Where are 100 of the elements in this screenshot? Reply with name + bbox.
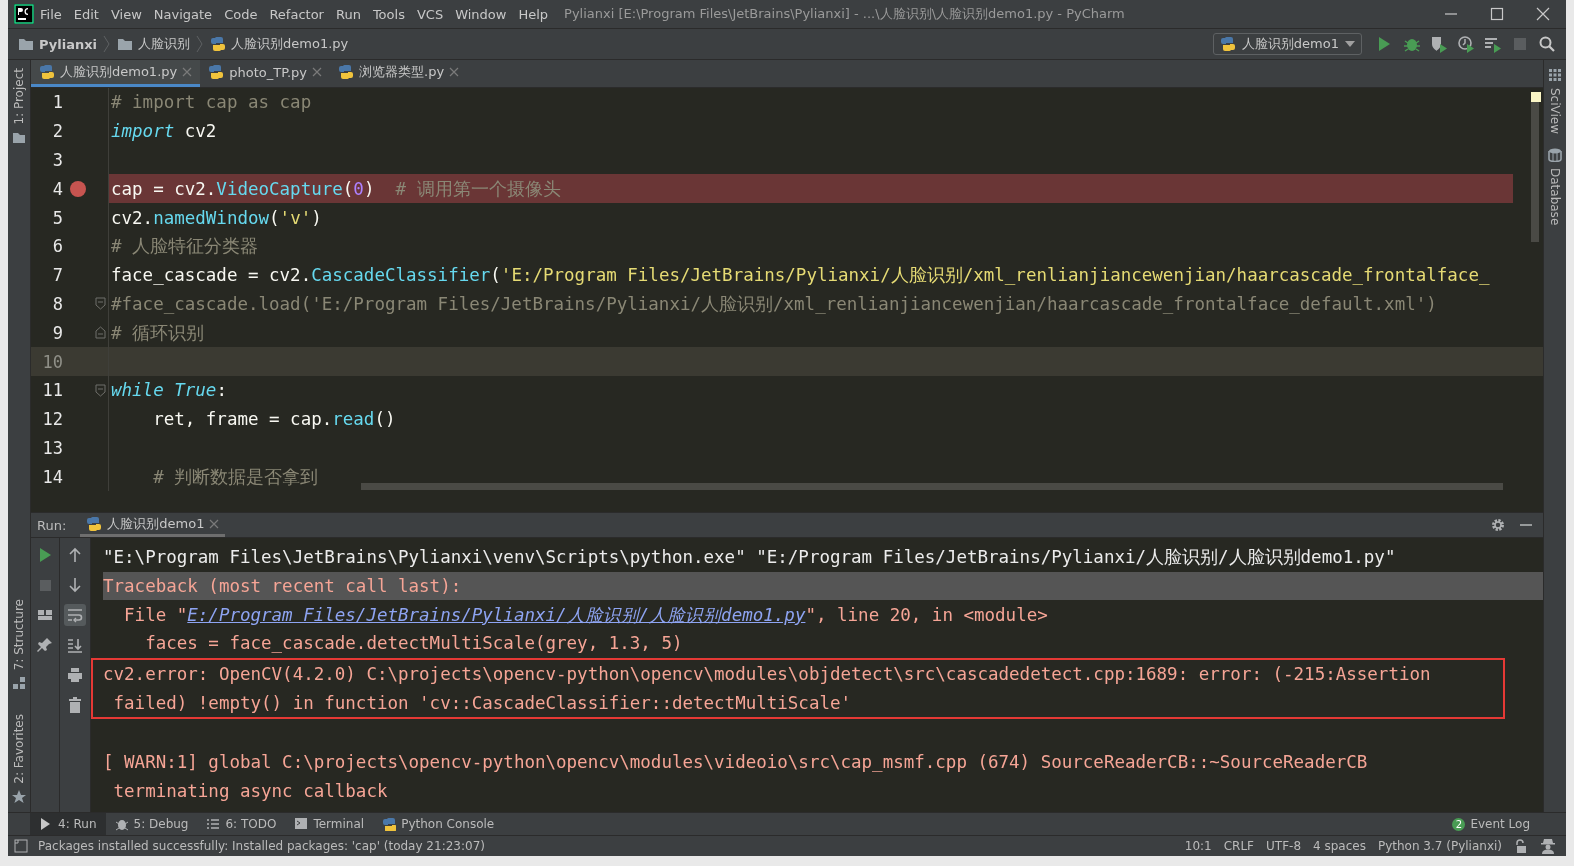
breadcrumb-item[interactable]: Pylianxi <box>39 36 98 52</box>
line-number: 6 <box>51 236 63 257</box>
chevron-icon <box>103 35 112 53</box>
code-line: # 循环识别 <box>111 321 205 345</box>
menu-item[interactable]: Help <box>512 6 555 22</box>
code-line: import cv2 <box>111 121 217 142</box>
menu-item[interactable]: Refactor <box>263 6 330 22</box>
menu-item[interactable]: Tools <box>366 6 411 22</box>
lock-icon[interactable] <box>1514 839 1528 853</box>
tool-window-tab[interactable]: 4: Run <box>30 813 106 835</box>
chevron-icon <box>196 35 205 53</box>
settings-icon[interactable] <box>1491 518 1505 532</box>
app-logo-icon <box>14 4 34 24</box>
event-log-button[interactable]: Event Log <box>1470 817 1530 831</box>
breadcrumb-item[interactable]: 人脸识别 <box>138 35 191 53</box>
folder-icon <box>18 37 34 51</box>
scrollbar[interactable] <box>361 483 1503 490</box>
status-message: Packages installed successfully: Installed packages: 'cap' (today 21:23:07) <box>38 839 485 853</box>
inspection-marker <box>1531 92 1541 102</box>
status-item[interactable]: Python 3.7 (Pylianxi) <box>1377 839 1502 853</box>
clock-run-icon[interactable] <box>1457 35 1475 53</box>
maximize-icon[interactable] <box>1490 7 1504 21</box>
status-item[interactable]: 4 spaces <box>1313 839 1366 853</box>
list-icon[interactable] <box>206 817 221 831</box>
code-line: while True: <box>111 380 227 401</box>
code-line: # import cap as cap <box>111 92 312 113</box>
fold-icon[interactable] <box>95 297 106 311</box>
console-line: [ WARN:1] global C:\projects\opencv-python\opencv\modules\videoio\src\cap_msmf.cpp (674) SourceReaderCB::~SourceReaderCB <box>103 751 1369 775</box>
shield-run-icon[interactable] <box>1430 35 1448 53</box>
tool-window-tab[interactable]: 6: TODO <box>197 813 286 835</box>
line-number: 7 <box>51 265 63 286</box>
status-item[interactable]: UTF-8 <box>1266 839 1301 853</box>
console-line: cv2.error: OpenCV(4.2.0) C:\projects\opencv-python\opencv\modules\objdetect\src\cascadedetect.cpp:1689: error: (-215:Assertion <box>103 663 1432 687</box>
console-line: terminating async callback <box>112 779 389 803</box>
python-file-icon <box>1219 36 1236 52</box>
structure-icon[interactable] <box>12 676 26 691</box>
line-number: 12 <box>41 409 63 430</box>
tool-window-tab[interactable]: 5: Debug <box>105 813 198 835</box>
python-icon[interactable] <box>382 817 397 831</box>
grid-icon[interactable] <box>1548 68 1562 82</box>
console-line: File "E:/Program Files/JetBrains/Pylianxi/人脸识别/人脸识别demo1.py", line 20, in <module> <box>123 601 1049 629</box>
scrollbar[interactable] <box>1531 102 1539 242</box>
line-number: 4 <box>51 178 63 199</box>
fold-icon[interactable] <box>95 383 106 397</box>
menu-item[interactable]: Code <box>218 6 264 22</box>
window-toggle-icon[interactable] <box>14 839 28 853</box>
console-line: failed) !empty() in function 'cv::CascadeClassifier::detectMultiScale' <box>112 691 853 715</box>
database-icon[interactable] <box>1548 148 1562 163</box>
breakpoint-icon[interactable] <box>69 179 87 198</box>
code-line: #face_cascade.load('E:/Program Files/JetBrains/Pylianxi/人脸识别/xml_renlianjiancewenjian/haarcascade_frontalface_default.xml') <box>111 292 1437 316</box>
run-configuration-dropdown[interactable]: 人脸识别demo1 <box>1212 33 1362 55</box>
code-line: ret, frame = cap.read() <box>152 409 396 430</box>
file-link[interactable]: E:/Program Files/JetBrains/Pylianxi/人脸识别/人脸识别demo1.py <box>187 602 806 627</box>
tool-window-tab[interactable]: Python Console <box>373 813 504 835</box>
fold-icon[interactable] <box>95 326 106 340</box>
line-number: 13 <box>41 437 63 458</box>
line-number: 11 <box>41 380 63 401</box>
close-icon[interactable] <box>1536 7 1550 21</box>
menu-item[interactable]: Run <box>329 6 367 22</box>
panel-label: Run: <box>37 517 67 533</box>
terminal-icon[interactable] <box>294 817 309 831</box>
notification-count: 2 <box>1452 817 1466 831</box>
console-line: faces = face_cascade.detectMultiScale(grey, 1.3, 5) <box>144 632 684 656</box>
line-number: 9 <box>51 322 63 343</box>
line-number: 5 <box>51 207 63 228</box>
bug-icon[interactable] <box>114 817 129 831</box>
menu-item[interactable]: View <box>104 6 148 22</box>
breadcrumb-item[interactable]: 人脸识别demo1.py <box>231 35 349 53</box>
window-title: Pylianxi [E:\Program Files\JetBrains\Pylianxi] - ...\人脸识别\人脸识别demo1.py - PyCharm <box>564 5 1125 23</box>
code-line: cv2.namedWindow('v') <box>111 207 322 228</box>
person-icon[interactable] <box>1540 838 1556 854</box>
python-file-icon <box>208 64 225 80</box>
code-line: face_cascade = cv2.CascadeClassifier('E:/Program Files/JetBrains/Pylianxi/人脸识别/xml_renlianjiancewenjian/haarcascade_frontalface_ <box>111 264 1490 288</box>
menu-item[interactable]: Navigate <box>147 6 219 22</box>
tool-window-tab[interactable]: 1: Project <box>12 68 26 125</box>
line-number: 1 <box>51 92 63 113</box>
star-icon[interactable] <box>12 790 26 804</box>
menu-item[interactable]: Edit <box>67 6 105 22</box>
editor-tab[interactable]: photo_TP.py <box>200 60 331 87</box>
editor-tab[interactable]: 人脸识别demo1.py <box>31 60 201 87</box>
status-item[interactable]: CRLF <box>1223 839 1255 853</box>
python-file-icon <box>338 64 355 80</box>
menu-item[interactable]: File <box>34 6 68 22</box>
tool-window-tab[interactable]: SciView <box>1548 88 1562 135</box>
menu-item[interactable]: VCS <box>410 6 450 22</box>
status-item[interactable]: 10:1 <box>1184 839 1212 853</box>
tool-window-tab[interactable]: 7: Structure <box>12 598 26 671</box>
folder-icon <box>117 37 134 51</box>
folder-icon[interactable] <box>12 130 26 145</box>
menu-item[interactable]: Window <box>449 6 513 22</box>
tool-window-tab[interactable]: Terminal <box>285 813 374 835</box>
line-number: 8 <box>51 293 63 314</box>
lines-run-icon[interactable] <box>1484 35 1502 53</box>
tool-window-tab[interactable]: 2: Favorites <box>12 714 26 784</box>
editor-tab[interactable]: 浏览器类型.py <box>330 60 468 87</box>
search-icon[interactable] <box>1538 35 1556 53</box>
tool-window-tab[interactable]: Database <box>1548 168 1562 226</box>
code-line: # 人脸特征分类器 <box>111 235 259 259</box>
python-file-icon <box>86 515 103 532</box>
line-number: 2 <box>51 121 63 142</box>
